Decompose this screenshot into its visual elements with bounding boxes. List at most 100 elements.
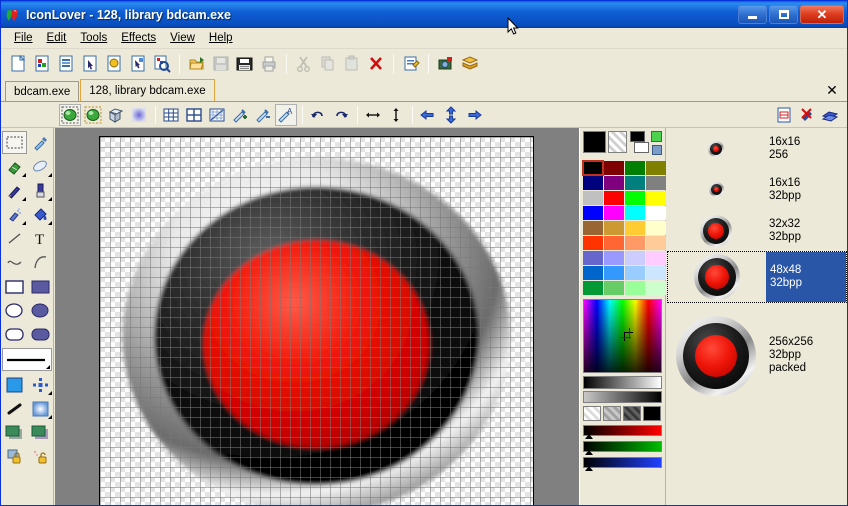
eraser-tool[interactable] — [2, 155, 27, 178]
3d-box-icon[interactable] — [105, 104, 127, 126]
smudge-tool[interactable] — [28, 155, 53, 178]
color-swatch-27[interactable] — [646, 251, 666, 265]
color-swatch-3[interactable] — [646, 161, 666, 175]
opacity-swatch-1[interactable] — [603, 406, 621, 421]
color-swatch-35[interactable] — [646, 281, 666, 295]
ellipse-outline-tool[interactable] — [2, 299, 27, 322]
shift-right-icon[interactable] — [463, 104, 485, 126]
color-swatch-19[interactable] — [646, 221, 666, 235]
properties-icon[interactable] — [399, 52, 423, 76]
move-tool[interactable] — [28, 373, 53, 396]
color-swatch-26[interactable] — [625, 251, 645, 265]
tab-128-library-bdcam-exe[interactable]: 128, library bdcam.exe — [80, 79, 215, 101]
color-swatch-13[interactable] — [604, 206, 624, 220]
fill-tool[interactable] — [28, 203, 53, 226]
color-swatch-34[interactable] — [625, 281, 645, 295]
menu-item-edit[interactable]: Edit — [40, 30, 74, 46]
foreground-color-swatch[interactable] — [583, 131, 607, 153]
print-icon[interactable] — [257, 52, 281, 76]
color-swatch-4[interactable] — [583, 176, 603, 190]
search-icon[interactable] — [150, 52, 174, 76]
color-swatch-9[interactable] — [604, 191, 624, 205]
menu-item-tools[interactable]: Tools — [73, 30, 114, 46]
new-library-icon[interactable] — [54, 52, 78, 76]
tab-bdcam-exe[interactable]: bdcam.exe — [5, 81, 80, 101]
color-swatch-1[interactable] — [604, 161, 624, 175]
transparent-color-swatch[interactable] — [608, 131, 627, 153]
color-swatch-15[interactable] — [646, 206, 666, 220]
fg-bg-pair-swatch[interactable] — [629, 131, 650, 153]
menu-item-view[interactable]: View — [163, 30, 202, 46]
color-swatch-6[interactable] — [625, 176, 645, 190]
lock-tool[interactable] — [2, 445, 27, 468]
color-swatch-31[interactable] — [646, 266, 666, 280]
menu-item-help[interactable]: Help — [202, 30, 240, 46]
new-icon-icon[interactable] — [102, 52, 126, 76]
opacity-swatch-0[interactable] — [583, 406, 601, 421]
rectangle-filled-tool[interactable] — [28, 275, 53, 298]
gradient-fill-tool[interactable] — [2, 373, 27, 396]
rounded-rect-filled-tool[interactable] — [28, 323, 53, 346]
new-document-icon[interactable] — [6, 52, 30, 76]
color-swatch-0[interactable] — [582, 160, 604, 176]
copy-icon[interactable] — [316, 52, 340, 76]
rounded-rect-outline-tool[interactable] — [2, 323, 27, 346]
color-swatch-28[interactable] — [583, 266, 603, 280]
list-item[interactable]: 16x16 32bpp — [667, 169, 847, 210]
rotate-left-icon[interactable] — [307, 104, 329, 126]
save-all-icon[interactable] — [233, 52, 257, 76]
clear-icon[interactable] — [796, 104, 818, 126]
color-swatch-18[interactable] — [625, 221, 645, 235]
color-swatch-2[interactable] — [625, 161, 645, 175]
rotate-right-icon[interactable] — [330, 104, 352, 126]
shadow-tool[interactable] — [2, 421, 27, 444]
flip-vertical-icon[interactable] — [385, 104, 407, 126]
canvas-area[interactable] — [55, 128, 579, 505]
color-swatch-20[interactable] — [583, 236, 603, 250]
grid-pixel-icon[interactable] — [206, 104, 228, 126]
page-format-icon[interactable] — [773, 104, 795, 126]
brush-tool[interactable] — [28, 179, 53, 202]
flip-horizontal-icon[interactable] — [362, 104, 384, 126]
pencil-tool[interactable] — [2, 179, 27, 202]
line-tool[interactable] — [2, 227, 27, 250]
text-tool[interactable]: T — [28, 227, 53, 250]
airbrush-tool[interactable] — [2, 203, 27, 226]
grid-coarse-icon[interactable] — [183, 104, 205, 126]
maximize-button[interactable] — [769, 5, 798, 24]
library-icon[interactable] — [458, 52, 482, 76]
list-item[interactable]: 16x16 256 — [667, 128, 847, 169]
color-swatch-32[interactable] — [583, 281, 603, 295]
arc-tool[interactable] — [28, 251, 53, 274]
new-image-icon[interactable] — [30, 52, 54, 76]
color-swatch-7[interactable] — [646, 176, 666, 190]
color-swatch-33[interactable] — [604, 281, 624, 295]
opacity-swatch-2[interactable] — [623, 406, 641, 421]
red-channel-bar[interactable] — [583, 425, 662, 439]
open-folder-icon[interactable] — [185, 52, 209, 76]
color-swatch-5[interactable] — [604, 176, 624, 190]
color-swatch-16[interactable] — [583, 221, 603, 235]
copy-region-icon[interactable] — [59, 103, 81, 126]
color-swatch-23[interactable] — [646, 236, 666, 250]
paste-region-icon[interactable] — [82, 104, 104, 126]
menu-item-file[interactable]: File — [7, 30, 40, 46]
blue-channel-bar[interactable] — [583, 457, 662, 471]
zoom-out-icon[interactable] — [252, 104, 274, 126]
smooth-tool[interactable] — [2, 397, 27, 420]
list-item-selected[interactable]: 48x48 32bpp — [667, 251, 847, 303]
color-swatch-30[interactable] — [625, 266, 645, 280]
minimize-button[interactable] — [738, 5, 767, 24]
green-channel-bar[interactable] — [583, 441, 662, 455]
icon-edit-canvas[interactable] — [99, 136, 534, 505]
curve-tool[interactable] — [2, 251, 27, 274]
ellipse-filled-tool[interactable] — [28, 299, 53, 322]
capture-icon[interactable] — [434, 52, 458, 76]
shift-left-icon[interactable] — [417, 104, 439, 126]
opacity-tool[interactable] — [28, 421, 53, 444]
opacity-swatch-3[interactable] — [643, 406, 661, 421]
shift-vertical-icon[interactable] — [440, 104, 462, 126]
alpha-ramp[interactable] — [583, 391, 662, 403]
glow-tool[interactable] — [28, 397, 53, 420]
color-swatch-8[interactable] — [583, 191, 603, 205]
